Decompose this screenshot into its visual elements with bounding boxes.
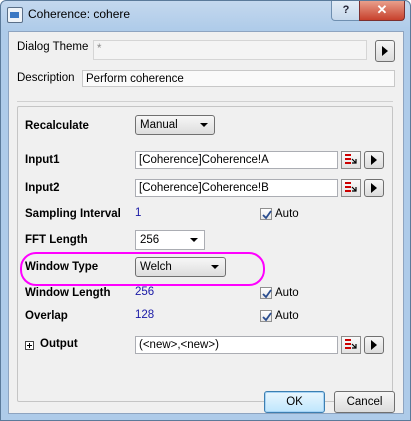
window-length-auto-checkbox[interactable] [260, 287, 272, 299]
fft-length-label: FFT Length [25, 234, 88, 246]
sampling-interval-label: Sampling Interval [25, 208, 121, 220]
recalculate-dropdown[interactable]: Manual [135, 115, 215, 135]
chevron-down-icon [190, 238, 198, 242]
app-icon [7, 7, 23, 23]
sampling-interval-auto-label[interactable]: Auto [275, 208, 299, 220]
overlap-auto-label[interactable]: Auto [275, 310, 299, 322]
checkmark-icon [262, 312, 272, 322]
overlap-label: Overlap [25, 310, 68, 322]
output-label: Output [40, 338, 78, 350]
checkmark-icon [262, 289, 272, 299]
arrow-right-icon [371, 155, 377, 165]
sampling-interval-value[interactable]: 1 [135, 207, 141, 219]
ok-button[interactable]: OK [264, 391, 325, 413]
fft-length-value: 256 [140, 234, 160, 246]
fft-length-dropdown[interactable]: 256 [135, 230, 205, 250]
input1-menu-button[interactable] [364, 151, 384, 169]
input2-field[interactable]: [Coherence]Coherence!B [135, 179, 338, 197]
description-field: Perform coherence [82, 70, 395, 87]
description-label: Description [17, 72, 75, 84]
window-length-value[interactable]: 256 [135, 286, 154, 298]
column-picker-icon[interactable] [341, 179, 361, 197]
dialog-client-area: Dialog Theme * Description Perform coher… [8, 31, 404, 414]
overlap-value[interactable]: 128 [135, 309, 154, 321]
dialog-theme-field[interactable]: * [93, 40, 367, 60]
window-title: Coherence: cohere [28, 7, 131, 21]
input2-label: Input2 [25, 182, 60, 194]
checkmark-icon [262, 210, 272, 220]
dialog-theme-menu-button[interactable] [375, 40, 395, 62]
window-length-auto-label[interactable]: Auto [275, 287, 299, 299]
input2-menu-button[interactable] [364, 179, 384, 197]
arrow-right-icon [382, 46, 388, 56]
sampling-interval-auto-checkbox[interactable] [260, 208, 272, 220]
overlap-auto-checkbox[interactable] [260, 310, 272, 322]
dialog-window: Coherence: cohere ? ✕ Dialog Theme * Des… [0, 0, 411, 421]
separator [17, 101, 393, 102]
close-button[interactable]: ✕ [359, 1, 405, 21]
window-length-label: Window Length [25, 287, 111, 299]
recalculate-value: Manual [140, 119, 178, 131]
output-field[interactable]: (<new>,<new>) [135, 336, 338, 354]
input1-label: Input1 [25, 154, 60, 166]
dialog-theme-label: Dialog Theme [17, 41, 89, 53]
window-type-highlight-annotation [20, 252, 265, 286]
arrow-right-icon [371, 340, 377, 350]
chevron-down-icon [200, 123, 208, 127]
arrow-right-icon [371, 183, 377, 193]
column-picker-icon[interactable] [341, 151, 361, 169]
expand-plus-icon[interactable] [25, 341, 34, 350]
output-menu-button[interactable] [364, 336, 384, 354]
input1-field[interactable]: [Coherence]Coherence!A [135, 151, 338, 169]
help-button[interactable]: ? [331, 1, 361, 21]
recalculate-label: Recalculate [25, 120, 89, 132]
cancel-button[interactable]: Cancel [334, 391, 395, 413]
title-bar[interactable]: Coherence: cohere ? ✕ [1, 1, 410, 31]
column-picker-icon[interactable] [341, 336, 361, 354]
